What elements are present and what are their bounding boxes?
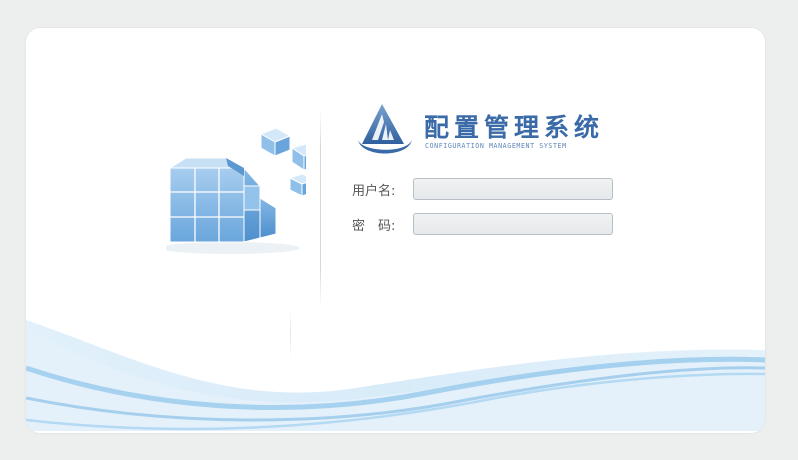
vertical-divider-faint — [290, 308, 291, 360]
wave-decoration — [26, 320, 765, 433]
app-subtitle: CONFIGURATION MANAGEMENT SYSTEM — [425, 142, 567, 150]
username-label: 用户名: — [352, 184, 396, 199]
cubes-icon — [166, 127, 306, 254]
app-title: 配置管理系统 — [424, 113, 605, 142]
password-input[interactable] — [413, 213, 613, 235]
triangle-logo-icon — [358, 104, 412, 154]
username-input[interactable] — [413, 178, 613, 200]
password-label: 密 码: — [352, 219, 396, 234]
vertical-divider — [320, 108, 321, 308]
login-panel: 配置管理系统 CONFIGURATION MANAGEMENT SYSTEM 用… — [26, 28, 765, 433]
